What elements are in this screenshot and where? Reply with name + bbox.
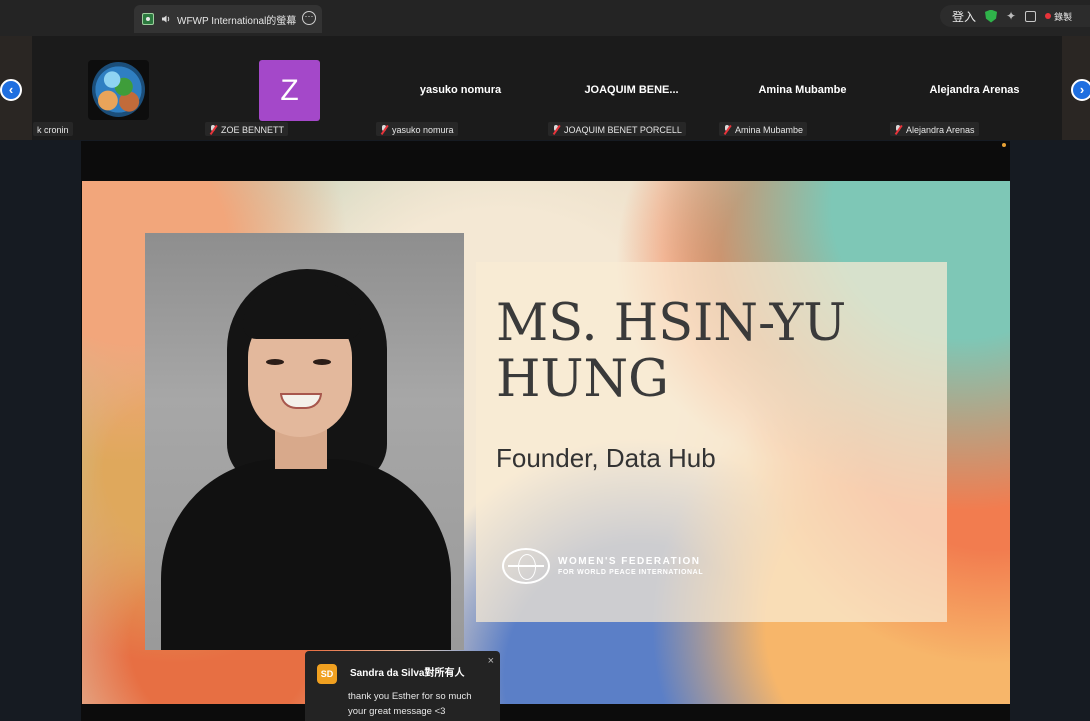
mic-muted-icon — [894, 125, 902, 134]
participant-display-name: Amina Mubambe — [758, 84, 847, 96]
sender-avatar: SD — [317, 664, 337, 684]
globe-emblem-icon — [502, 548, 550, 584]
participant-label-partial: k cronin — [33, 122, 73, 136]
top-right-controls: 登入 ✦ 錄製 — [940, 5, 1090, 27]
logo-line-1: WOMEN'S FEDERATION — [558, 556, 701, 567]
share-indicator-dot — [1002, 143, 1006, 147]
app-logo-icon — [142, 13, 154, 25]
mic-muted-icon — [380, 125, 388, 134]
speaker-icon[interactable] — [161, 14, 171, 24]
top-bar: WFWP International的螢幕 ··· 登入 ✦ 錄製 — [0, 0, 1090, 36]
participant-label-yasuko: yasuko nomura — [376, 122, 458, 136]
participant-display-name: Alejandra Arenas — [929, 84, 1020, 96]
participant-label-joaquim: JOAQUIM BENET PORCELL — [548, 122, 686, 136]
participant-label-zoe: ZOE BENNETT — [205, 122, 289, 136]
participant-display-name: yasuko nomura — [419, 84, 502, 96]
presentation-slide: MS. HSIN-YU HUNG Founder, Data Hub WOMEN… — [82, 181, 1010, 704]
login-button[interactable]: 登入 — [952, 8, 976, 25]
participant-name: JOAQUIM BENET PORCELL — [564, 124, 682, 135]
ai-sparkle-icon[interactable]: ✦ — [1006, 9, 1016, 23]
speaker-name-line-1: MS. HSIN-YU — [496, 294, 847, 353]
participant-avatar-z: Z — [259, 60, 320, 121]
tab-title: WFWP International的螢幕 — [177, 15, 297, 27]
participant-strip: ‹ › k cronin Z ZOE BENNETT yasuko nomura… — [0, 36, 1090, 140]
participant-display-name: JOAQUIM BENE... — [584, 84, 679, 96]
mic-muted-icon — [723, 125, 731, 134]
close-icon[interactable]: × — [488, 655, 494, 667]
chat-sender: Sandra da Silva對所有人 — [350, 668, 465, 679]
photo-bangs — [243, 281, 361, 339]
participant-avatar-globe — [88, 60, 149, 120]
photo-eye-left — [266, 359, 284, 365]
mic-muted-icon — [552, 125, 560, 134]
more-options-icon[interactable]: ··· — [302, 11, 316, 25]
participant-name: ZOE BENNETT — [221, 124, 285, 135]
prev-participants-button[interactable]: ‹ — [0, 79, 22, 101]
participant-name: yasuko nomura — [392, 124, 454, 135]
participant-name: Amina Mubambe — [735, 124, 804, 135]
record-dot-icon — [1045, 13, 1052, 19]
globe-image — [92, 62, 145, 117]
record-label: 錄製 — [1054, 11, 1073, 22]
logo-line-2: FOR WORLD PEACE INTERNATIONAL — [558, 569, 704, 576]
chat-message: thank you Esther for so much your great … — [348, 691, 472, 717]
participant-label-alejandra: Alejandra Arenas — [890, 122, 979, 136]
share-tab[interactable]: WFWP International的螢幕 ··· — [134, 5, 322, 33]
photo-eye-right — [313, 359, 331, 365]
next-participants-button[interactable]: › — [1071, 79, 1090, 101]
photo-body — [161, 459, 451, 650]
mic-muted-icon — [209, 125, 217, 134]
speaker-info-card: MS. HSIN-YU HUNG Founder, Data Hub WOMEN… — [476, 262, 947, 622]
speaker-photo — [145, 233, 464, 650]
share-bottom-band — [81, 704, 1010, 721]
chat-notification[interactable]: SD Sandra da Silva對所有人 × thank you Esthe… — [305, 651, 500, 721]
speaker-role: Founder, Data Hub — [496, 443, 716, 473]
participant-name: Alejandra Arenas — [906, 124, 975, 135]
participant-name: k cronin — [37, 124, 69, 135]
participant-label-amina: Amina Mubambe — [719, 122, 808, 136]
security-shield-icon[interactable] — [985, 9, 998, 23]
record-indicator[interactable]: 錄製 — [1045, 10, 1072, 23]
speaker-name-line-2: HUNG — [496, 350, 669, 409]
wfwp-logo: WOMEN'S FEDERATION FOR WORLD PEACE INTER… — [502, 548, 703, 584]
fullscreen-icon[interactable] — [1025, 10, 1037, 22]
